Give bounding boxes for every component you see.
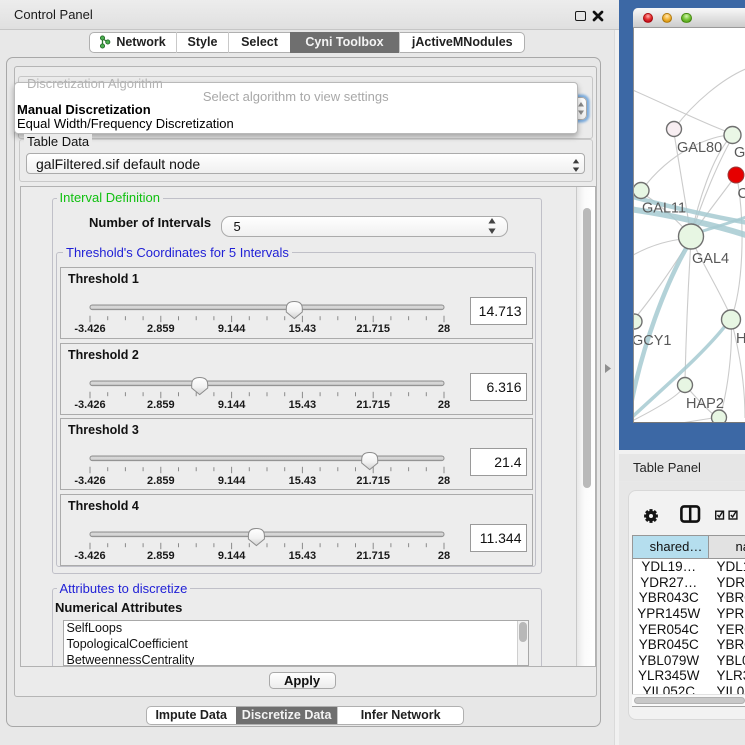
svg-text:GAL4: GAL4	[692, 251, 729, 267]
svg-text:C: C	[738, 186, 745, 202]
svg-text:GCY1: GCY1	[634, 333, 672, 349]
svg-text:H: H	[736, 331, 745, 347]
svg-text:GA: GA	[734, 145, 745, 161]
svg-text:HAP2: HAP2	[686, 396, 724, 412]
svg-text:GAL11: GAL11	[642, 201, 686, 217]
svg-text:GAL80: GAL80	[677, 140, 722, 156]
